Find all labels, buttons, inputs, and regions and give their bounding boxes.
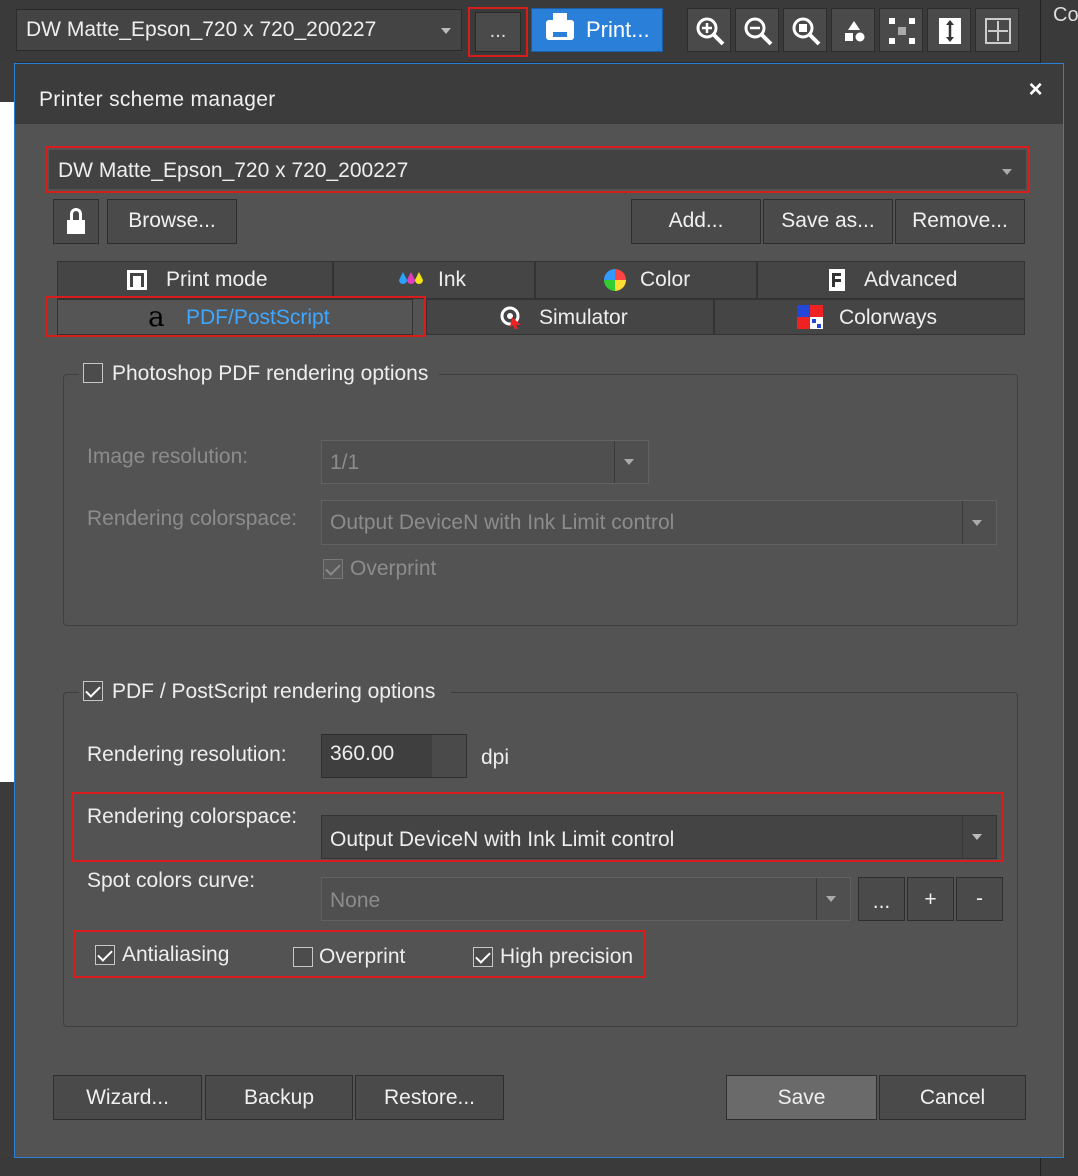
rendering-colorspace-label: Rendering colorspace: [87, 805, 298, 828]
tab-label: Color [640, 268, 691, 291]
scheme-select[interactable]: DW Matte_Epson_720 x 720_200227 [45, 146, 1030, 193]
chevron-down-icon [441, 28, 451, 34]
image-resolution-label: Image resolution: [87, 445, 249, 468]
high-precision-checkbox[interactable] [473, 947, 493, 967]
tab-label: Ink [438, 268, 467, 291]
rendering-colorspace-value: Output DeviceN with Ink Limit control [330, 828, 675, 851]
right-panel-label: Co [1053, 4, 1078, 26]
fit-height-icon [939, 18, 961, 44]
zoom-fit-icon [792, 17, 821, 46]
spot-colors-curve-label: Spot colors curve: [87, 869, 256, 892]
arrange-button[interactable] [831, 8, 875, 52]
chevron-down-icon [826, 896, 836, 902]
overprint-label: Overprint [319, 945, 406, 968]
active-tab-highlight [45, 296, 426, 337]
tab-label: Advanced [864, 268, 958, 291]
simulator-icon [500, 306, 521, 329]
colorways-icon [797, 305, 823, 329]
zoom-out-button[interactable] [735, 8, 779, 52]
add-button[interactable]: Add... [631, 199, 761, 244]
zoom-in-button[interactable] [687, 8, 731, 52]
image-resolution-select[interactable]: 1/1 [321, 440, 649, 484]
canvas-page [0, 102, 14, 782]
tab-label: Colorways [839, 306, 938, 329]
move-icon [985, 18, 1011, 44]
tab-colorways[interactable]: Colorways [714, 299, 1025, 335]
pdf-postscript-checkbox[interactable] [83, 681, 103, 701]
tab-advanced[interactable]: Advanced [757, 261, 1025, 299]
high-precision-label: High precision [500, 945, 634, 968]
spot-colors-edit-button[interactable]: ... [858, 877, 905, 921]
close-icon[interactable]: × [1029, 76, 1043, 104]
tab-label: Simulator [539, 306, 628, 329]
print-button[interactable]: Print... [531, 8, 663, 52]
print-mode-icon [127, 270, 147, 290]
tab-color[interactable]: Color [535, 261, 757, 299]
rendering-resolution-value: 360.00 [330, 742, 395, 765]
ps-rendering-colorspace-value: Output DeviceN with Ink Limit control [330, 511, 675, 534]
ps-overprint-checkbox[interactable] [323, 559, 343, 579]
rendering-resolution-unit: dpi [481, 746, 510, 769]
save-button[interactable]: Save [726, 1075, 877, 1120]
pdf-postscript-group-title: PDF / PostScript rendering options [112, 680, 436, 703]
zoom-fit-button[interactable] [783, 8, 827, 52]
lock-button[interactable] [53, 199, 99, 244]
ps-rendering-colorspace-label: Rendering colorspace: [87, 507, 298, 530]
overprint-checkbox[interactable] [293, 947, 313, 967]
printer-icon [546, 13, 574, 40]
chevron-down-icon [972, 519, 982, 526]
spread-button[interactable] [879, 8, 923, 52]
fit-height-button[interactable] [927, 8, 971, 52]
chevron-down-icon [972, 834, 982, 840]
zoom-out-icon [744, 17, 773, 46]
chevron-down-icon [1002, 169, 1012, 175]
tab-label: Print mode [166, 268, 268, 291]
scheme-options-button[interactable]: ... [475, 12, 521, 52]
spot-colors-remove-button[interactable]: - [956, 877, 1003, 921]
spot-colors-add-button[interactable]: + [907, 877, 954, 921]
spread-icon [889, 18, 915, 44]
shapes-icon [845, 21, 865, 42]
tab-simulator[interactable]: Simulator [426, 299, 714, 335]
scheme-select-value: DW Matte_Epson_720 x 720_200227 [58, 159, 409, 182]
advanced-icon [829, 269, 845, 291]
antialiasing-checkbox[interactable] [95, 945, 115, 965]
printer-scheme-dialog: Printer scheme manager × DW Matte_Epson_… [14, 63, 1064, 1158]
scheme-select-toolbar-value: DW Matte_Epson_720 x 720_200227 [26, 18, 377, 41]
ps-overprint-label: Overprint [350, 557, 437, 580]
spot-colors-curve-select[interactable]: None [321, 877, 851, 921]
ps-rendering-colorspace-select[interactable]: Output DeviceN with Ink Limit control [321, 500, 997, 545]
image-resolution-value: 1/1 [330, 451, 360, 474]
cancel-button[interactable]: Cancel [879, 1075, 1026, 1120]
rendering-resolution-label: Rendering resolution: [87, 743, 287, 766]
antialiasing-label: Antialiasing [122, 943, 230, 966]
tab-print-mode[interactable]: Print mode [57, 261, 333, 299]
browse-button[interactable]: Browse... [107, 199, 237, 244]
wizard-button[interactable]: Wizard... [53, 1075, 202, 1120]
color-wheel-icon [604, 269, 626, 291]
scheme-options-button-highlight: ... [468, 7, 528, 57]
dialog-title: Printer scheme manager [39, 88, 276, 111]
photoshop-pdf-checkbox[interactable] [83, 363, 103, 383]
backup-button[interactable]: Backup [205, 1075, 353, 1120]
ink-icon [399, 272, 423, 284]
rendering-resolution-input[interactable]: 360.00 [321, 734, 467, 778]
print-button-label: Print... [586, 17, 650, 42]
photoshop-pdf-group-title: Photoshop PDF rendering options [112, 362, 429, 385]
spot-colors-curve-value: None [330, 889, 381, 912]
save-as-button[interactable]: Save as... [763, 199, 893, 244]
remove-button[interactable]: Remove... [895, 199, 1025, 244]
chevron-down-icon [624, 459, 634, 465]
status-strip [0, 1158, 1040, 1176]
dialog-title-bar: Printer scheme manager × [15, 64, 1063, 124]
move-button[interactable] [975, 8, 1019, 52]
rendering-colorspace-select[interactable]: Output DeviceN with Ink Limit control [321, 815, 997, 859]
zoom-in-icon [696, 17, 725, 46]
scheme-select-toolbar[interactable]: DW Matte_Epson_720 x 720_200227 [16, 9, 462, 51]
tab-ink[interactable]: Ink [333, 261, 535, 299]
restore-button[interactable]: Restore... [355, 1075, 504, 1120]
